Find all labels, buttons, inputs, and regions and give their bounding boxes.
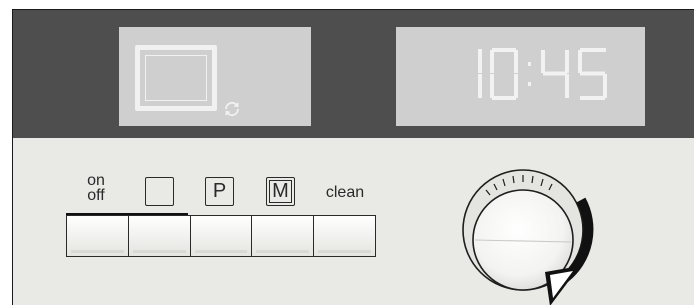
memory-button[interactable] (252, 216, 315, 256)
on-off-button[interactable] (67, 216, 129, 256)
rotate-arrows-icon (225, 101, 239, 117)
clock-digits (478, 48, 607, 100)
clean-label: clean (325, 184, 365, 201)
program-button-symbol: P (205, 177, 234, 206)
memory-button-symbol: M (266, 177, 295, 206)
clock-display: 10:45 (396, 27, 645, 126)
blank-button-symbol (145, 177, 174, 206)
button-strip (66, 215, 376, 257)
clean-button[interactable] (314, 216, 375, 256)
program-button[interactable] (190, 216, 253, 256)
clock-readout: 10:45 (396, 27, 397, 28)
control-panel: 10:45 on off (12, 9, 694, 305)
blank-button[interactable] (128, 216, 191, 256)
on-off-label: on off (87, 172, 105, 204)
mode-display (119, 27, 311, 126)
display-band: 10:45 (13, 10, 694, 138)
oven-cavity-icon (135, 45, 217, 111)
rotary-knob[interactable] (453, 160, 603, 305)
